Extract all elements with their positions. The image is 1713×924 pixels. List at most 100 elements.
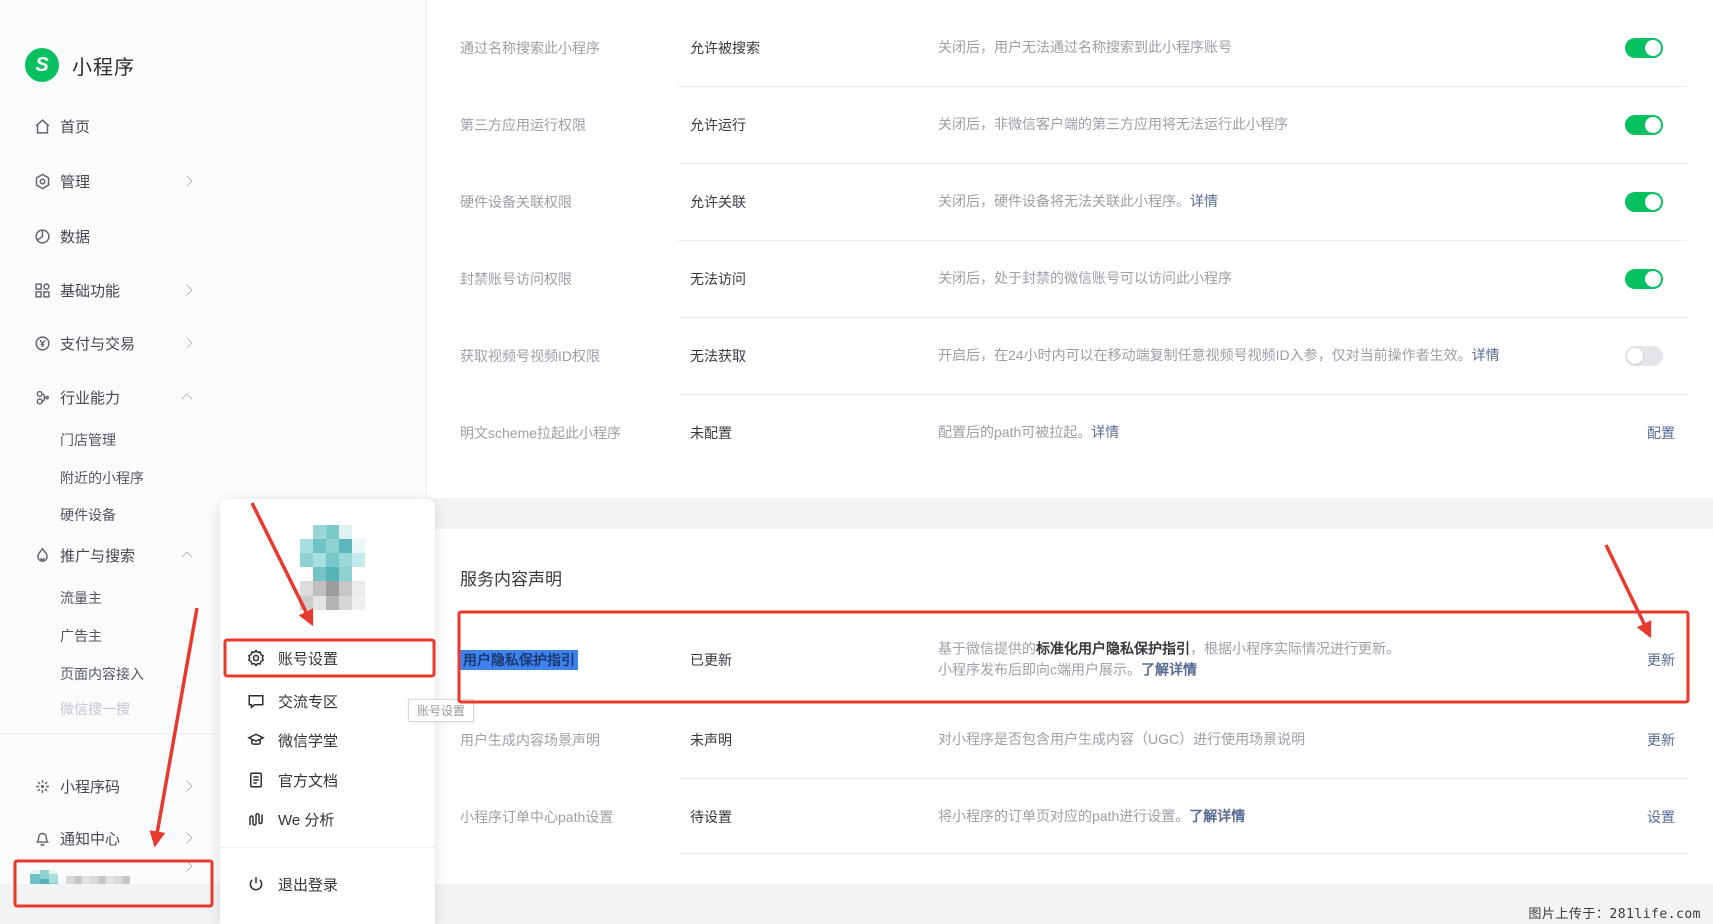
- toggle-off[interactable]: [1625, 346, 1663, 366]
- menu-item-logout[interactable]: 退出登录: [220, 866, 435, 902]
- menu-item-label: 官方文档: [278, 770, 338, 791]
- row-description: 关闭后，处于封禁的微信账号可以访问此小程序: [938, 268, 1232, 290]
- row-description: 关闭后，非微信客户端的第三方应用将无法运行此小程序: [938, 114, 1288, 136]
- detail-link[interactable]: 详情: [1091, 424, 1119, 440]
- sidebar-item-industry[interactable]: 行业能力: [0, 382, 216, 412]
- row-label: 硬件设备关联权限: [460, 192, 572, 212]
- app-logo: S 小程序: [25, 48, 135, 82]
- menu-item-forum[interactable]: 交流专区: [220, 683, 435, 719]
- sidebar-item-hardware-devices[interactable]: 硬件设备: [60, 505, 116, 525]
- desc-text: 关闭后，非微信客户端的第三方应用将无法运行此小程序: [938, 116, 1288, 132]
- promo-icon: [33, 546, 51, 564]
- selected-text[interactable]: 用户隐私保护指引: [460, 650, 578, 670]
- sidebar-item-label: 推广与搜索: [60, 545, 135, 566]
- menu-item-we-analytics[interactable]: We 分析: [220, 801, 435, 837]
- detail-link[interactable]: 详情: [1190, 193, 1218, 209]
- sidebar-item-basic-features[interactable]: 基础功能: [0, 275, 216, 305]
- row-divider: [678, 778, 1687, 779]
- permissions-panel: 通过名称搜索此小程序 允许被搜索 关闭后，用户无法通过名称搜索到此小程序账号 第…: [427, 0, 1713, 498]
- row-divider: [678, 853, 1687, 854]
- sidebar-item-label: 行业能力: [60, 387, 120, 408]
- sidebar-item-miniprogram-code[interactable]: 小程序码: [0, 771, 216, 801]
- sidebar-item-manage[interactable]: 管理: [0, 166, 216, 196]
- desc-text: 关闭后，硬件设备将无法关联此小程序。: [938, 193, 1190, 209]
- desc-text: 小程序发布后即向c端用户展示。: [938, 662, 1141, 678]
- sidebar-item-nearby-miniprograms[interactable]: 附近的小程序: [60, 468, 144, 488]
- row-description: 基于微信提供的标准化用户隐私保护指引，根据小程序实际情况进行更新。 小程序发布后…: [938, 638, 1400, 681]
- bell-icon: [33, 829, 51, 847]
- menu-item-wechat-academy[interactable]: 微信学堂: [220, 722, 435, 758]
- sidebar-item-data[interactable]: 数据: [0, 221, 216, 251]
- power-icon: [247, 875, 265, 893]
- sidebar-divider: [0, 733, 216, 734]
- learn-more-link[interactable]: 了解详情: [1189, 808, 1245, 824]
- toggle-on[interactable]: [1625, 38, 1663, 58]
- ugc-declaration-row: 用户生成内容场景声明 未声明 对小程序是否包含用户生成内容（UGC）进行使用场景…: [427, 701, 1713, 778]
- table-row: 明文scheme拉起此小程序 未配置 配置后的path可被拉起。详情 配置: [427, 394, 1713, 471]
- order-path-row: 小程序订单中心path设置 待设置 将小程序的订单页对应的path进行设置。了解…: [427, 778, 1713, 855]
- desc-text: 关闭后，处于封禁的微信账号可以访问此小程序: [938, 270, 1232, 286]
- toggle-on[interactable]: [1625, 192, 1663, 212]
- sidebar-item-label: 基础功能: [60, 280, 120, 301]
- update-button[interactable]: 更新: [1647, 650, 1675, 670]
- row-description: 关闭后，用户无法通过名称搜索到此小程序账号: [938, 37, 1232, 59]
- sidebar-item-notification-center[interactable]: 通知中心: [0, 823, 216, 853]
- row-divider: [678, 163, 1687, 164]
- section-title: 服务内容声明: [460, 565, 562, 590]
- sidebar-item-traffic-owner[interactable]: 流量主: [60, 588, 102, 608]
- row-label: 用户生成内容场景声明: [460, 730, 600, 750]
- menu-item-official-docs[interactable]: 官方文档: [220, 762, 435, 798]
- account-popup-menu: 账号设置 交流专区 微信学堂 官方文档 We 分析 退出登录: [220, 499, 435, 924]
- desc-text: 将小程序的订单页对应的path进行设置。: [938, 808, 1189, 824]
- row-divider: [678, 317, 1687, 318]
- update-button[interactable]: 更新: [1647, 730, 1675, 750]
- row-description: 配置后的path可被拉起。详情: [938, 422, 1119, 444]
- sidebar-item-home[interactable]: 首页: [0, 111, 216, 141]
- desc-text: 基于微信提供的: [938, 640, 1036, 656]
- privacy-guideline-row: 用户隐私保护指引 已更新 基于微信提供的标准化用户隐私保护指引，根据小程序实际情…: [427, 621, 1713, 698]
- graduation-cap-icon: [247, 731, 265, 749]
- sidebar-item-page-content-access[interactable]: 页面内容接入: [60, 664, 144, 684]
- toggle-on[interactable]: [1625, 269, 1663, 289]
- main-content: 通过名称搜索此小程序 允许被搜索 关闭后，用户无法通过名称搜索到此小程序账号 第…: [427, 0, 1713, 924]
- toggle-on[interactable]: [1625, 115, 1663, 135]
- sidebar-item-label: 支付与交易: [60, 333, 135, 354]
- desc-text: 配置后的path可被拉起。: [938, 424, 1091, 440]
- sidebar-item-wechat-search[interactable]: 微信搜一搜: [60, 699, 130, 719]
- row-label: 明文scheme拉起此小程序: [460, 423, 621, 443]
- chevron-right-icon: [181, 780, 192, 791]
- sidebar-item-store-management[interactable]: 门店管理: [60, 430, 116, 450]
- bar-chart-icon: [247, 810, 265, 828]
- desc-emphasis: 标准化用户隐私保护指引: [1036, 640, 1190, 656]
- settings-button[interactable]: 设置: [1647, 807, 1675, 827]
- row-label: 用户隐私保护指引: [460, 650, 578, 670]
- menu-item-label: 交流专区: [278, 691, 338, 712]
- qrcode-icon: [33, 777, 51, 795]
- row-value: 未声明: [690, 730, 732, 750]
- row-description: 对小程序是否包含用户生成内容（UGC）进行使用场景说明: [938, 729, 1305, 751]
- menu-item-label: 微信学堂: [278, 730, 338, 751]
- chevron-up-icon: [181, 551, 192, 562]
- gear-icon: [247, 649, 265, 667]
- row-value: 允许关联: [690, 192, 746, 212]
- service-declaration-panel: 服务内容声明 用户隐私保护指引 已更新 基于微信提供的标准化用户隐私保护指引，根…: [427, 529, 1713, 884]
- row-label: 封禁账号访问权限: [460, 269, 572, 289]
- chevron-right-icon: [181, 175, 192, 186]
- pay-icon: [33, 334, 51, 352]
- chevron-up-icon: [181, 393, 192, 404]
- detail-link[interactable]: 详情: [1472, 347, 1500, 363]
- grid-icon: [33, 281, 51, 299]
- menu-item-account-settings[interactable]: 账号设置: [220, 640, 435, 676]
- table-row: 获取视频号视频ID权限 无法获取 开启后，在24小时内可以在移动端复制任意视频号…: [427, 317, 1713, 394]
- configure-button[interactable]: 配置: [1647, 423, 1675, 443]
- desc-text: 关闭后，用户无法通过名称搜索到此小程序账号: [938, 39, 1232, 55]
- table-row: 硬件设备关联权限 允许关联 关闭后，硬件设备将无法关联此小程序。详情: [427, 163, 1713, 240]
- sidebar-item-payment[interactable]: 支付与交易: [0, 328, 216, 358]
- learn-more-link[interactable]: 了解详情: [1141, 662, 1197, 678]
- sidebar-item-promotion-search[interactable]: 推广与搜索: [0, 540, 216, 570]
- row-value: 允许运行: [690, 115, 746, 135]
- row-divider: [678, 240, 1687, 241]
- watermark-text: 图片上传于：281life.com: [1528, 903, 1701, 922]
- row-value: 允许被搜索: [690, 38, 760, 58]
- sidebar-item-advertiser[interactable]: 广告主: [60, 626, 102, 646]
